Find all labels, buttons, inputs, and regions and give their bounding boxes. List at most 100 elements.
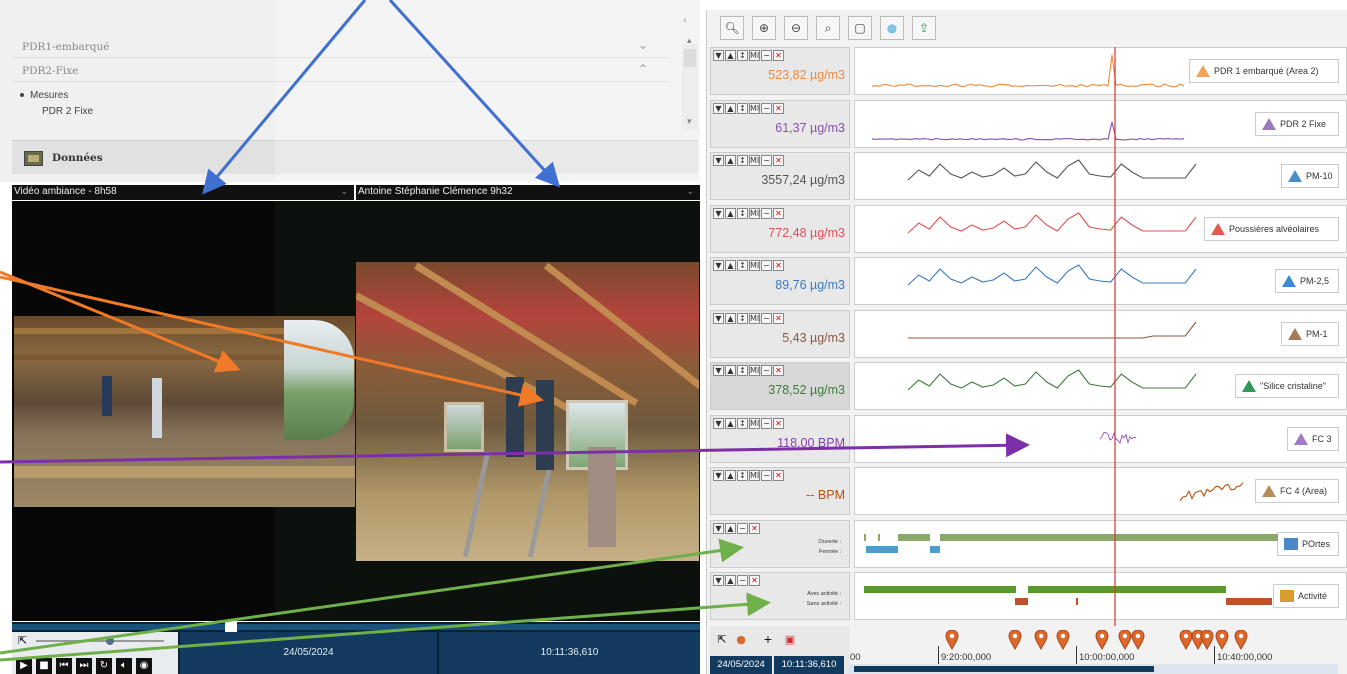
seek-knob[interactable] <box>225 622 237 632</box>
next-icon[interactable]: ⏭ <box>76 658 92 674</box>
timeline-scrollbar[interactable] <box>848 664 1338 674</box>
move-down-icon[interactable]: ▼ <box>713 103 724 114</box>
collapse-icon[interactable]: − <box>737 575 748 586</box>
close-icon[interactable]: ✕ <box>773 365 784 376</box>
state-track[interactable]: ▼ ▲ − ✕ Avec activité : Sans activité : Activi… <box>710 572 1347 620</box>
move-down-icon[interactable]: ▼ <box>713 50 724 61</box>
close-icon[interactable]: ✕ <box>773 155 784 166</box>
chart-track[interactable]: ▼ ▲ ↕ MI − ✕ 378,52 µg/m3 "Silice cristaline" <box>710 362 1347 410</box>
collapse-icon[interactable]: − <box>761 50 772 61</box>
scale-icon[interactable]: ↕ <box>737 208 748 219</box>
move-down-icon[interactable]: ▼ <box>713 155 724 166</box>
mesures-child-label[interactable]: PDR 2 Fixe <box>42 106 93 117</box>
track-legend[interactable]: POrtes <box>1277 532 1339 556</box>
move-up-icon[interactable]: ▲ <box>725 260 736 271</box>
close-icon[interactable]: ✕ <box>749 523 760 534</box>
scale-icon[interactable]: ↕ <box>737 313 748 324</box>
marker-pin-icon[interactable] <box>1056 629 1070 651</box>
chevron-down-icon[interactable]: ⌄ <box>638 38 648 52</box>
marker-pin-icon[interactable] <box>1034 629 1048 651</box>
tree-item-pdr2[interactable]: PDR2-Fixe ⌃ <box>12 58 670 82</box>
track-legend[interactable]: PDR 1 embarqué (Area 2) <box>1189 59 1339 83</box>
move-up-icon[interactable]: ▲ <box>725 155 736 166</box>
close-icon[interactable]: ✕ <box>773 208 784 219</box>
chart-track[interactable]: ▼ ▲ ↕ MI − ✕ 5,43 µg/m3 PM-1 <box>710 310 1347 358</box>
move-up-icon[interactable]: ▲ <box>725 523 736 534</box>
collapse-icon[interactable]: − <box>761 103 772 114</box>
close-icon[interactable]: ✕ <box>773 103 784 114</box>
timeline-scroll-thumb[interactable] <box>854 666 1154 672</box>
marker-pin-icon[interactable] <box>1095 629 1109 651</box>
zoom-search-icon[interactable]: ⌕ <box>816 16 840 40</box>
add-icon[interactable]: + <box>760 632 776 648</box>
mi-icon[interactable]: MI <box>749 155 760 166</box>
zoom-in-icon[interactable]: ⊕ <box>752 16 776 40</box>
close-icon[interactable]: ✕ <box>749 575 760 586</box>
track-legend[interactable]: PM-2,5 <box>1275 269 1339 293</box>
scale-icon[interactable]: ↕ <box>737 50 748 61</box>
scale-icon[interactable]: ↕ <box>737 418 748 429</box>
collapse-icon[interactable]: − <box>761 470 772 481</box>
chevron-left-icon[interactable]: ‹ <box>683 16 687 26</box>
stop-icon[interactable]: ■ <box>36 658 52 674</box>
detach-icon[interactable]: ⇱ <box>18 634 27 647</box>
mi-icon[interactable]: MI <box>749 418 760 429</box>
chart-track[interactable]: ▼ ▲ ↕ MI − ✕ 89,76 µg/m3 PM-2,5 <box>710 257 1347 305</box>
move-down-icon[interactable]: ▼ <box>713 418 724 429</box>
move-up-icon[interactable]: ▲ <box>725 575 736 586</box>
close-icon[interactable]: ✕ <box>773 313 784 324</box>
scale-icon[interactable]: ↕ <box>737 155 748 166</box>
chevron-up-icon[interactable]: ⌃ <box>638 62 648 76</box>
collapse-icon[interactable]: − <box>761 313 772 324</box>
track-legend[interactable]: Activité <box>1273 584 1339 608</box>
move-down-icon[interactable]: ▼ <box>713 208 724 219</box>
move-down-icon[interactable]: ▼ <box>713 523 724 534</box>
close-icon[interactable]: ✕ <box>773 418 784 429</box>
collapse-icon[interactable]: − <box>761 365 772 376</box>
mi-icon[interactable]: MI <box>749 365 760 376</box>
move-up-icon[interactable]: ▲ <box>725 313 736 324</box>
move-down-icon[interactable]: ▼ <box>713 575 724 586</box>
scale-icon[interactable]: ↕ <box>737 365 748 376</box>
screen-icon[interactable]: ▢ <box>848 16 872 40</box>
move-up-icon[interactable]: ▲ <box>725 208 736 219</box>
move-up-icon[interactable]: ▲ <box>725 103 736 114</box>
mi-icon[interactable]: MI <box>749 260 760 271</box>
chart-track[interactable]: ▼ ▲ ↕ MI − ✕ 772,48 µg/m3 Poussières alvéolaire… <box>710 205 1347 253</box>
chart-track[interactable]: ▼ ▲ ↕ MI − ✕ 118,00 BPM FC 3 <box>710 415 1347 463</box>
marker-pin-icon[interactable] <box>1215 629 1229 651</box>
chart-track[interactable]: ▼ ▲ ↕ MI − ✕ -- BPM FC 4 (Area) <box>710 467 1347 515</box>
chart-track[interactable]: ▼ ▲ ↕ MI − ✕ 3557,24 µg/m3 PM-10 <box>710 152 1347 200</box>
scroll-down-icon[interactable]: ▾ <box>687 117 692 127</box>
dropdown-arrow-icon[interactable]: ⌄ <box>340 186 348 197</box>
track-legend[interactable]: Poussières alvéolaires <box>1204 217 1339 241</box>
marker-pin-icon[interactable] <box>1131 629 1145 651</box>
marker-pin-icon[interactable] <box>1234 629 1248 651</box>
detach-icon[interactable]: ⇱ <box>714 632 730 648</box>
add-marker-icon[interactable]: ● <box>733 632 749 648</box>
mi-icon[interactable]: MI <box>749 470 760 481</box>
volume-slider[interactable] <box>36 637 164 645</box>
close-icon[interactable]: ✕ <box>773 260 784 271</box>
prev-icon[interactable]: ⏮ <box>56 658 72 674</box>
video-ambiance-frame[interactable] <box>14 316 355 507</box>
track-plot[interactable] <box>854 415 1347 463</box>
state-track[interactable]: ▼ ▲ − ✕ Ouverte : Fermée : POrtes <box>710 520 1347 568</box>
move-down-icon[interactable]: ▼ <box>713 260 724 271</box>
track-legend[interactable]: PM-10 <box>1281 164 1339 188</box>
loop-icon[interactable]: ↻ <box>96 658 112 674</box>
mesures-label[interactable]: Mesures <box>30 90 68 101</box>
video-right-title-bar[interactable]: Antoine Stéphanie Clémence 9h32 ⌄ <box>356 185 700 200</box>
video-worker-frame[interactable] <box>356 262 699 561</box>
chart-track[interactable]: ▼ ▲ ↕ MI − ✕ 523,82 µg/m3 PDR 1 embarqué (Area … <box>710 47 1347 95</box>
close-icon[interactable]: ✕ <box>773 470 784 481</box>
track-legend[interactable]: "Silice cristaline" <box>1235 374 1339 398</box>
track-legend[interactable]: FC 4 (Area) <box>1255 479 1339 503</box>
track-legend[interactable]: FC 3 <box>1287 427 1339 451</box>
chart-track[interactable]: ▼ ▲ ↕ MI − ✕ 61,37 µg/m3 PDR 2 Fixe <box>710 100 1347 148</box>
donnees-header[interactable]: Données <box>12 140 698 174</box>
zoom-out-icon[interactable]: ⊖ <box>784 16 808 40</box>
track-plot[interactable] <box>854 520 1347 568</box>
move-down-icon[interactable]: ▼ <box>713 313 724 324</box>
collapse-icon[interactable]: − <box>761 155 772 166</box>
